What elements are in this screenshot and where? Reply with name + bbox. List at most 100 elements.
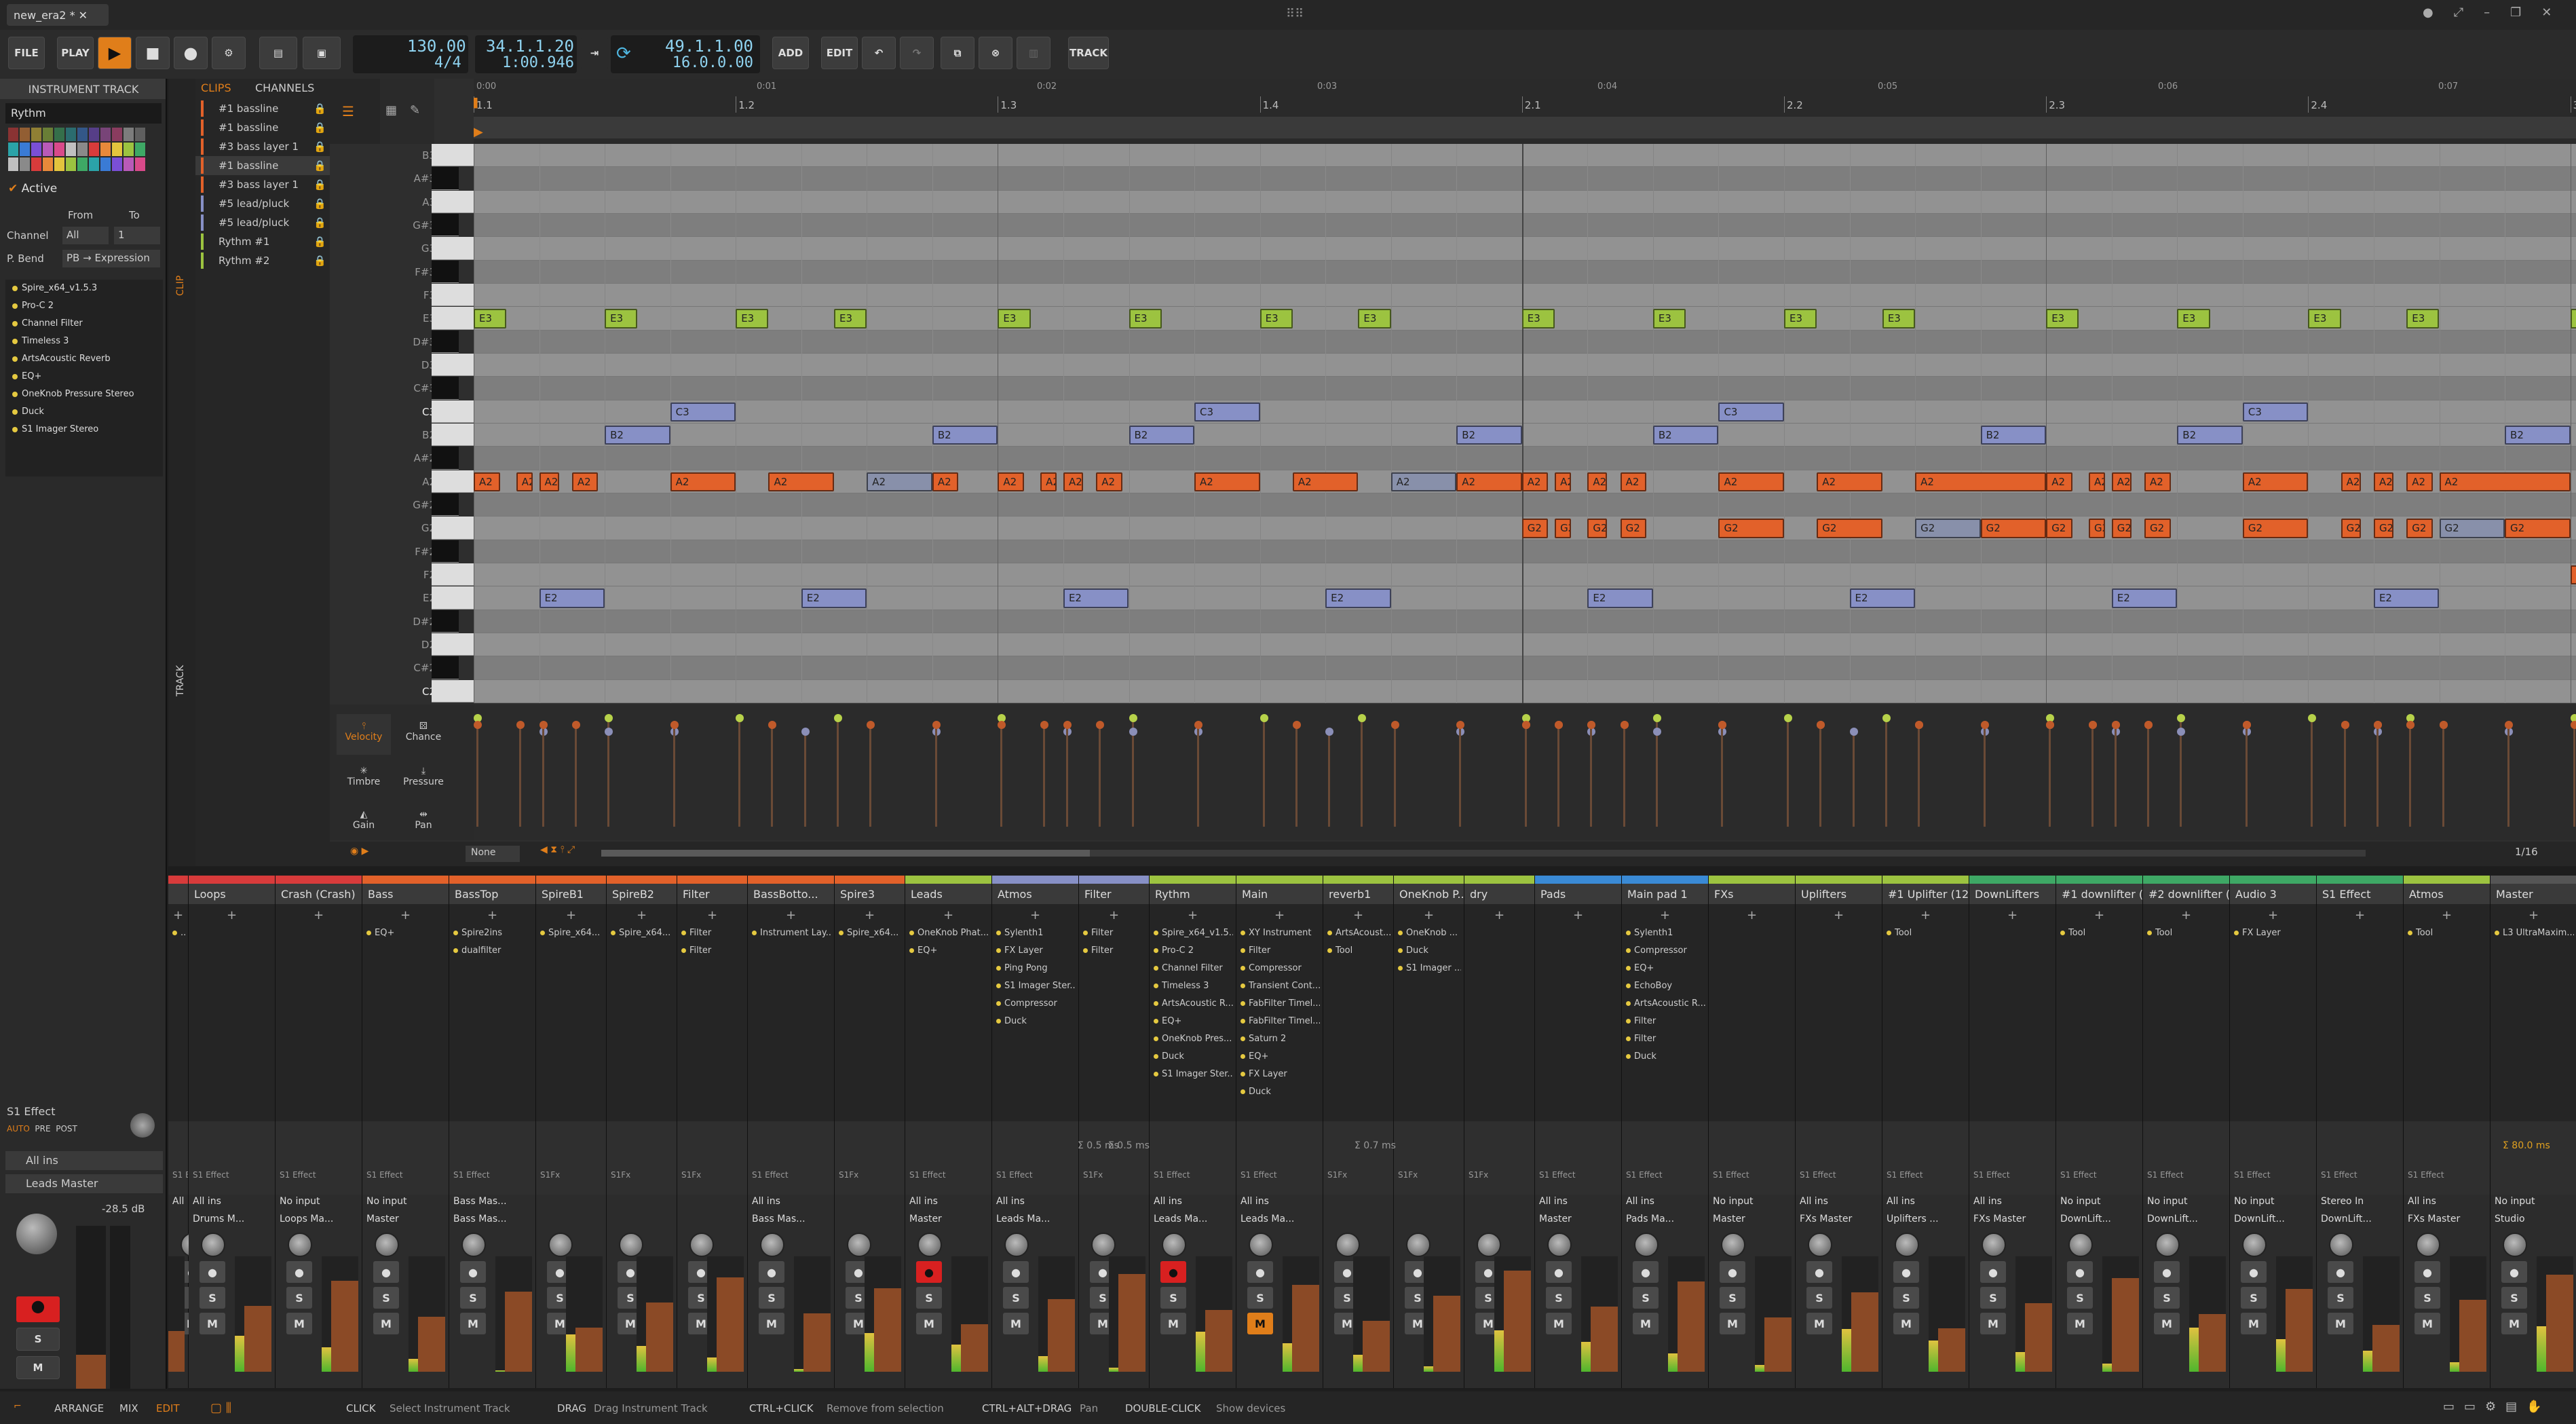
note[interactable]: E3 [2406,309,2440,329]
channel-name[interactable]: Audio 3 [2230,884,2316,904]
color-swatch[interactable] [43,143,53,156]
record-arm-button[interactable]: ● [2328,1261,2353,1283]
add-device-icon[interactable]: + [2319,908,2400,924]
clip-side-tab[interactable]: CLIP [175,255,195,296]
velocity-handle[interactable] [1555,721,1564,729]
device-item[interactable]: Spire_x64... [837,924,902,942]
channel-name[interactable]: Crash (Crash) [276,884,362,904]
velocity-handle[interactable] [2177,714,2186,722]
channel-name[interactable]: Leads [905,884,991,904]
channel-name[interactable]: reverb1 [1323,884,1393,904]
velocity-handle[interactable] [1817,721,1825,729]
record-arm-button[interactable]: ● [1247,1261,1273,1283]
velocity-bar[interactable] [1852,732,1855,827]
device-item[interactable]: FabFilter Timel... [1239,995,1320,1013]
velocity-handle[interactable] [1652,728,1661,736]
device-item[interactable]: Filter [680,924,744,942]
device-item[interactable]: ArtsAcoustic R... [1152,995,1233,1013]
velocity-bar[interactable] [1787,718,1789,827]
mixer-channel[interactable]: reverb1 + ArtsAcoust... Tool S1Fx ● S M [1323,876,1394,1388]
note[interactable]: E2 [801,588,867,608]
volume-fader[interactable] [244,1256,271,1372]
volume-fader[interactable] [76,1226,106,1389]
velocity-handle[interactable] [2570,721,2576,729]
redo-icon[interactable]: ↷ [900,37,934,69]
velocity-bar[interactable] [2245,725,2248,827]
pan-knob[interactable] [847,1233,871,1257]
velocity-bar[interactable] [837,718,839,827]
velocity-bar[interactable] [803,732,806,827]
note[interactable]: A2 [539,472,559,491]
output-select[interactable]: DownLift... [2143,1212,2229,1230]
color-swatch[interactable] [89,157,99,171]
record-arm-button[interactable]: ● [1003,1261,1029,1283]
color-swatch[interactable] [100,143,111,156]
add-device-icon[interactable]: + [278,908,359,924]
note[interactable]: E3 [1784,309,1817,329]
add-device-icon[interactable]: + [1625,908,1705,924]
volume-fader[interactable] [717,1256,744,1372]
velocity-bar[interactable] [1918,725,1920,827]
output-select[interactable]: Master [1535,1212,1621,1230]
velocity-handle[interactable] [1325,728,1334,736]
velocity-handle[interactable] [2341,721,2349,729]
velocity-bar[interactable] [2409,725,2412,827]
device-item[interactable]: Tool [2146,924,2227,942]
velocity-handle[interactable] [539,721,548,729]
channel-name[interactable]: Atmos [992,884,1078,904]
note[interactable]: C3 [1718,402,1784,421]
mute-button[interactable]: M [2501,1313,2527,1334]
velocity-handle[interactable] [1194,721,1203,729]
add-device-icon[interactable]: + [171,908,185,924]
velocity-bar[interactable] [1557,725,1560,827]
add-device-icon[interactable]: + [680,908,744,924]
velocity-handle[interactable] [736,714,744,722]
device-item[interactable]: Duck [1152,1048,1233,1066]
color-swatch[interactable] [124,157,134,171]
mute-button[interactable]: M [1546,1313,1572,1334]
channel-name[interactable]: SpireB1 [536,884,606,904]
add-device-icon[interactable]: + [837,908,902,924]
volume-fader[interactable] [1205,1256,1232,1372]
note[interactable]: A2 [2242,472,2309,491]
black-key[interactable] [432,260,459,283]
note[interactable]: B2 [1456,426,1522,445]
note[interactable]: B2 [1652,426,1719,445]
velocity-bar[interactable] [1328,732,1331,827]
velocity-tab[interactable]: ⫯ Velocity [337,714,391,755]
note[interactable]: E2 [1063,588,1129,608]
device-item[interactable]: Duck [1625,1048,1705,1066]
pan-knob[interactable] [1091,1233,1116,1257]
device-item[interactable]: Filter [1082,942,1146,960]
black-key[interactable] [432,610,459,633]
record-arm-button[interactable]: ● [286,1261,312,1283]
note[interactable]: G2 [1555,519,1572,538]
lock-icon[interactable]: 🔒 [314,175,324,194]
velocity-handle[interactable] [2177,728,2186,736]
note[interactable]: A2 [2046,472,2072,491]
velocity-bar[interactable] [1043,725,1046,827]
device-item[interactable]: FX Layer [1239,1066,1320,1083]
device-item[interactable]: EQ+ [1625,960,1705,977]
chance-tab[interactable]: ⚄ Chance [396,714,451,755]
black-key[interactable] [432,167,459,190]
velocity-bar[interactable] [2311,718,2313,827]
add-device-icon[interactable]: + [1397,908,1461,924]
velocity-bar[interactable] [1655,732,1658,827]
clip-item[interactable]: #5 lead/pluck 🔒 [195,213,330,232]
channel-name[interactable]: Spire3 [835,884,905,904]
pan-knob[interactable] [917,1233,942,1257]
pan-knob[interactable] [760,1233,784,1257]
output-select[interactable]: FXs Master [1796,1212,1882,1230]
device-item[interactable]: ArtsAcoust... [1326,924,1390,942]
color-swatch[interactable] [31,128,41,141]
device-item[interactable]: S1 Imager Ster... [995,977,1076,995]
velocity-handle[interactable] [1849,728,1858,736]
send-mode-post[interactable]: POST [56,1124,77,1133]
color-swatch[interactable] [135,157,145,171]
note[interactable]: G2 [2111,519,2132,538]
note[interactable]: E3 [998,309,1031,329]
input-select[interactable]: Bass Mas... [449,1195,535,1212]
lock-icon[interactable]: 🔒 [314,118,324,137]
mute-button[interactable]: M [286,1313,312,1334]
